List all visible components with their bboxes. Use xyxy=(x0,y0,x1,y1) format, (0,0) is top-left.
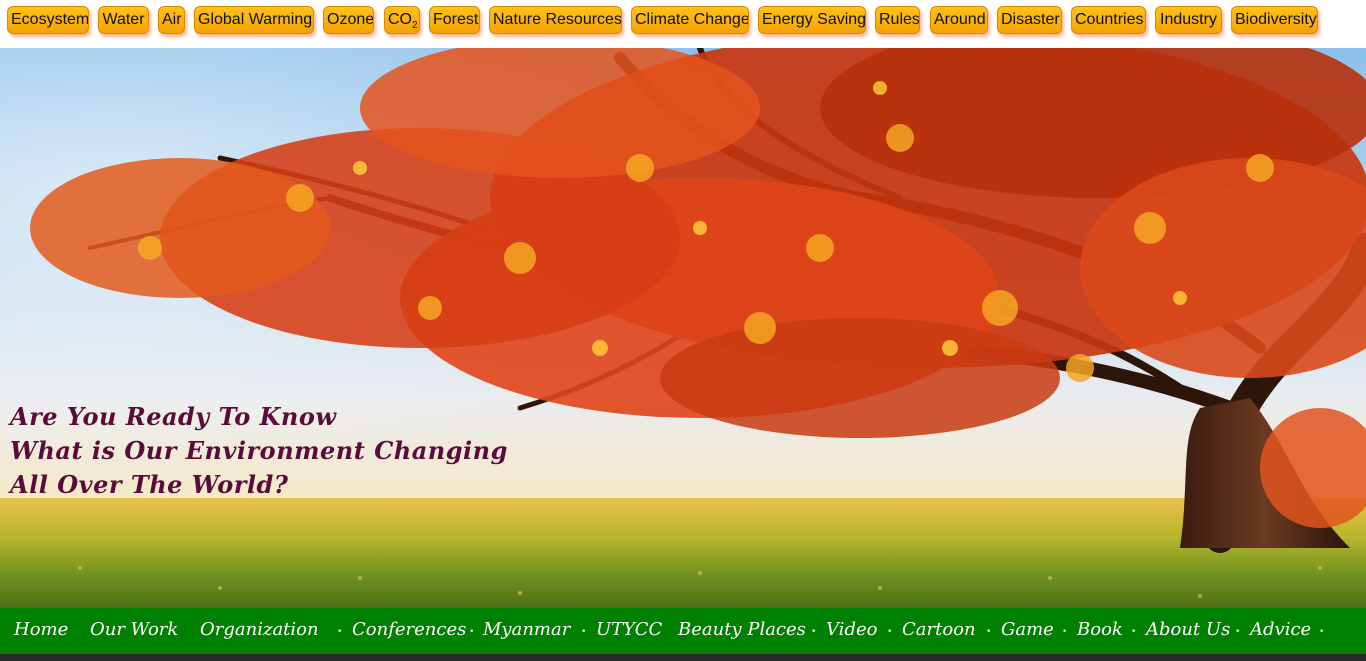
hero-tagline-line: What is Our Environment Changing xyxy=(10,436,508,465)
category-button-label: Industry xyxy=(1160,11,1217,28)
nav-separator: • xyxy=(811,627,817,637)
nav-cartoon[interactable]: Cartoon xyxy=(902,617,976,643)
nav-separator: • xyxy=(1131,627,1137,637)
nav-separator: • xyxy=(581,627,587,637)
nav-advice[interactable]: Advice xyxy=(1250,617,1311,643)
category-toolbar: Ecosystem Water Air Global Warming Ozone… xyxy=(0,0,1366,48)
category-button-label: Around xyxy=(934,11,986,28)
category-button-label: Disaster xyxy=(1001,11,1060,28)
category-button-label: Rules xyxy=(879,11,920,28)
category-button-co2[interactable]: CO2 xyxy=(384,6,420,34)
hero-tagline: Are You Ready To Know What is Our Enviro… xyxy=(10,400,508,502)
category-button-label: Biodiversity xyxy=(1235,11,1317,28)
autumn-tree-illustration xyxy=(0,48,1366,608)
category-button-subscript: 2 xyxy=(412,20,418,32)
nav-utycc[interactable]: UTYCC xyxy=(596,617,662,643)
nav-about-us[interactable]: About Us xyxy=(1146,617,1230,643)
nav-organization[interactable]: Organization xyxy=(200,617,319,643)
category-button-label: Countries xyxy=(1075,11,1144,28)
category-button-label: Nature Resources xyxy=(493,11,622,28)
hero-tagline-line: All Over The World? xyxy=(10,470,289,499)
nav-home[interactable]: Home xyxy=(14,617,68,643)
nav-beauty-places[interactable]: Beauty Places xyxy=(678,617,806,643)
category-button-industry[interactable]: Industry xyxy=(1155,6,1222,34)
grass-field xyxy=(0,498,1366,608)
category-button-disaster[interactable]: Disaster xyxy=(997,6,1062,34)
category-button-ecosystem[interactable]: Ecosystem xyxy=(7,6,89,34)
category-button-energy-saving[interactable]: Energy Saving xyxy=(758,6,866,34)
nav-book[interactable]: Book xyxy=(1077,617,1123,643)
nav-game[interactable]: Game xyxy=(1001,617,1054,643)
category-button-label: CO xyxy=(388,11,412,28)
category-button-label: Energy Saving xyxy=(762,11,866,28)
category-button-around[interactable]: Around xyxy=(930,6,988,34)
category-button-label: Ecosystem xyxy=(11,11,89,28)
category-button-label: Global Warming xyxy=(198,11,313,28)
page: Ecosystem Water Air Global Warming Ozone… xyxy=(0,0,1366,661)
category-button-countries[interactable]: Countries xyxy=(1071,6,1146,34)
hero-banner: Are You Ready To Know What is Our Enviro… xyxy=(0,48,1366,608)
category-button-ozone[interactable]: Ozone xyxy=(323,6,374,34)
category-button-label: Water xyxy=(102,11,145,28)
category-button-label: Forest xyxy=(433,11,479,28)
nav-conferences[interactable]: Conferences xyxy=(352,617,466,643)
category-button-rules[interactable]: Rules xyxy=(875,6,920,34)
nav-separator: • xyxy=(1235,627,1241,637)
category-button-label: Climate Change xyxy=(635,11,749,28)
category-button-forest[interactable]: Forest xyxy=(429,6,480,34)
hero-tagline-line: Are You Ready To Know xyxy=(10,402,337,431)
category-button-label: Ozone xyxy=(327,11,374,28)
category-button-biodiversity[interactable]: Biodiversity xyxy=(1231,6,1318,34)
nav-separator: • xyxy=(1062,627,1068,637)
category-button-global-warming[interactable]: Global Warming xyxy=(194,6,314,34)
nav-separator: • xyxy=(887,627,893,637)
nav-separator: • xyxy=(469,627,475,637)
nav-our-work[interactable]: Our Work xyxy=(90,617,178,643)
category-button-water[interactable]: Water xyxy=(98,6,149,34)
nav-separator: • xyxy=(1319,627,1325,637)
category-button-nature-resources[interactable]: Nature Resources xyxy=(489,6,622,34)
category-button-air[interactable]: Air xyxy=(158,6,185,34)
nav-separator: • xyxy=(986,627,992,637)
nav-video[interactable]: Video xyxy=(826,617,877,643)
footer-strip xyxy=(0,654,1366,661)
nav-separator: • xyxy=(337,627,343,637)
main-navigation: Home Our Work Organization • Conferences… xyxy=(0,608,1366,654)
category-button-climate-change[interactable]: Climate Change xyxy=(631,6,749,34)
nav-myanmar[interactable]: Myanmar xyxy=(483,617,570,643)
category-button-label: Air xyxy=(162,11,182,28)
